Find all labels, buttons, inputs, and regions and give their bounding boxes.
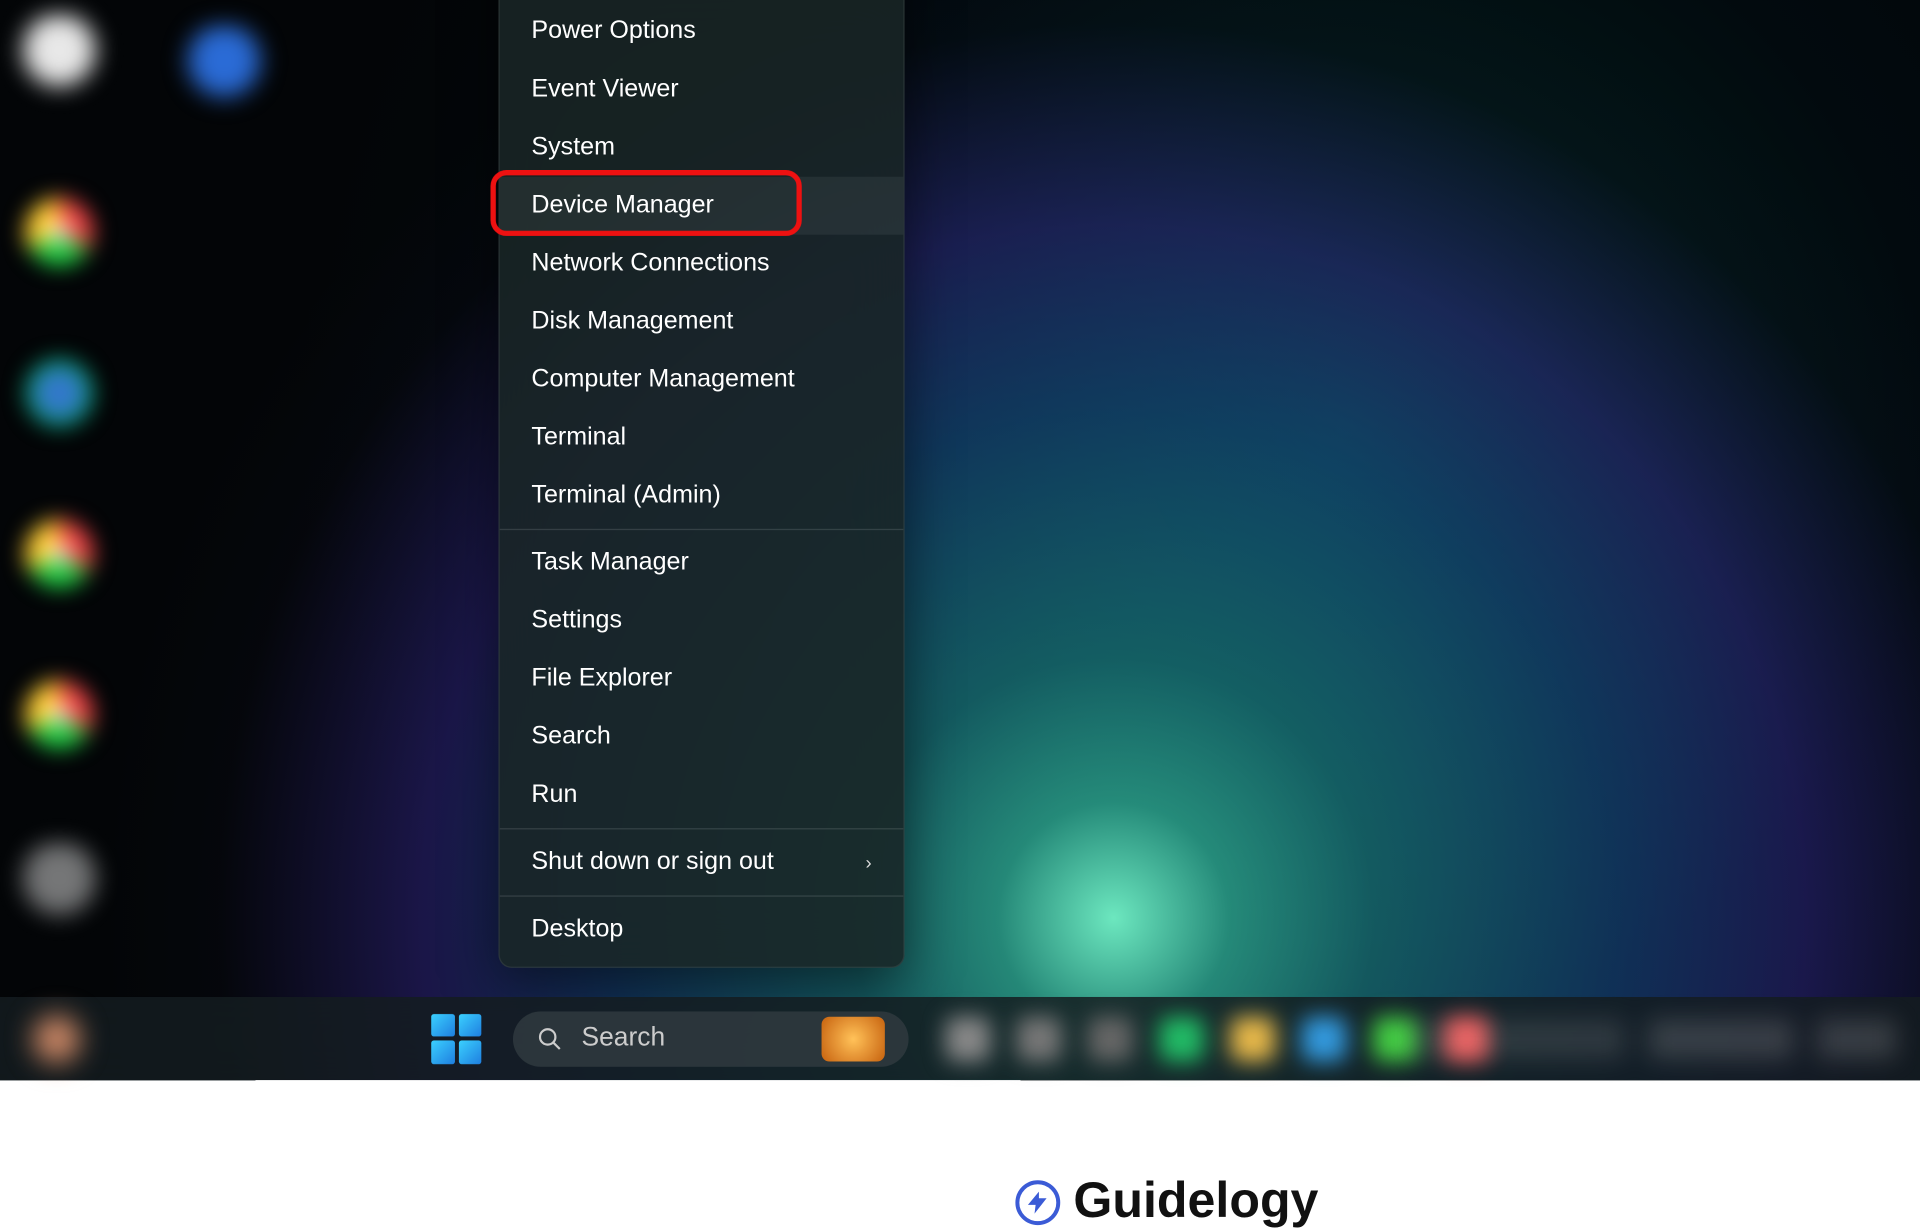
winx-item-device-manager[interactable]: Device Manager xyxy=(500,177,904,235)
desktop-icon[interactable] xyxy=(178,24,270,116)
desktop-icons-column xyxy=(13,13,105,933)
watermark-text: Guidelogy xyxy=(1073,1174,1318,1230)
desktop-icon[interactable] xyxy=(13,13,105,105)
menu-item-label: Search xyxy=(531,723,610,752)
taskbar-search[interactable]: Search xyxy=(513,1011,909,1066)
watermark: Guidelogy xyxy=(1015,1174,1318,1230)
menu-item-label: Disk Management xyxy=(531,307,733,336)
winx-item-settings[interactable]: Settings xyxy=(500,592,904,650)
menu-separator xyxy=(500,828,904,829)
winx-item-network-connections[interactable]: Network Connections xyxy=(500,235,904,293)
winx-item-disk-management[interactable]: Disk Management xyxy=(500,293,904,351)
taskbar: Search xyxy=(0,997,1920,1080)
winx-item-terminal-admin[interactable]: Terminal (Admin) xyxy=(500,467,904,525)
search-highlight-icon xyxy=(822,1016,885,1061)
menu-separator xyxy=(500,895,904,896)
taskbar-search-placeholder: Search xyxy=(582,1023,666,1053)
menu-item-label: Power Options xyxy=(531,17,695,46)
desktop-icon[interactable] xyxy=(25,680,94,749)
winx-item-search[interactable]: Search xyxy=(500,708,904,766)
winx-item-terminal[interactable]: Terminal xyxy=(500,409,904,467)
taskbar-pinned-apps xyxy=(946,1016,1489,1061)
taskbar-center: Search xyxy=(431,997,1489,1080)
menu-item-label: Network Connections xyxy=(531,249,769,278)
taskbar-app-icon[interactable] xyxy=(1302,1016,1347,1061)
menu-item-label: Terminal (Admin) xyxy=(531,481,720,510)
winx-item-desktop[interactable]: Desktop xyxy=(500,901,904,959)
winx-item-system[interactable]: System xyxy=(500,119,904,177)
taskbar-widgets-icon[interactable] xyxy=(33,1015,80,1062)
menu-item-label: Settings xyxy=(531,607,622,636)
taskbar-app-icon[interactable] xyxy=(1373,1016,1418,1061)
menu-item-label: Device Manager xyxy=(531,191,713,220)
search-icon xyxy=(537,1025,563,1051)
menu-item-label: Desktop xyxy=(531,915,623,944)
watermark-logo-icon xyxy=(1015,1180,1060,1225)
winx-item-task-manager[interactable]: Task Manager xyxy=(500,534,904,592)
taskbar-left-area xyxy=(0,997,277,1080)
menu-item-label: Computer Management xyxy=(531,365,794,394)
menu-item-label: Event Viewer xyxy=(531,75,678,104)
menu-item-label: Shut down or sign out xyxy=(531,848,773,877)
desktop-icon[interactable] xyxy=(13,841,105,933)
menu-item-label: Terminal xyxy=(531,423,626,452)
chevron-right-icon: › xyxy=(865,852,871,873)
desktop-icon[interactable] xyxy=(25,198,94,267)
menu-item-label: Run xyxy=(531,781,577,810)
winx-item-file-explorer[interactable]: File Explorer xyxy=(500,650,904,708)
menu-item-label: File Explorer xyxy=(531,665,672,694)
taskbar-app-icon[interactable] xyxy=(946,1016,991,1061)
taskbar-app-icon[interactable] xyxy=(1017,1016,1062,1061)
winx-item-run[interactable]: Run xyxy=(500,766,904,824)
winx-context-menu: Installed appsMobility CenterPower Optio… xyxy=(498,0,904,968)
taskbar-app-icon[interactable] xyxy=(1088,1016,1133,1061)
start-button[interactable] xyxy=(431,1013,481,1063)
menu-item-label: Task Manager xyxy=(531,549,688,578)
taskbar-system-tray[interactable] xyxy=(1414,1019,1897,1059)
desktop-icon[interactable] xyxy=(25,520,94,589)
desktop-wallpaper[interactable] xyxy=(0,0,1920,1080)
menu-separator xyxy=(500,529,904,530)
taskbar-app-icon[interactable] xyxy=(1230,1016,1275,1061)
winx-item-computer-management[interactable]: Computer Management xyxy=(500,351,904,409)
desktop-icon[interactable] xyxy=(25,359,94,428)
winx-item-event-viewer[interactable]: Event Viewer xyxy=(500,61,904,119)
taskbar-app-icon[interactable] xyxy=(1159,1016,1204,1061)
menu-item-label: System xyxy=(531,133,615,162)
winx-item-power-options[interactable]: Power Options xyxy=(500,3,904,61)
winx-item-shut-down-or-sign-out[interactable]: Shut down or sign out › xyxy=(500,833,904,891)
